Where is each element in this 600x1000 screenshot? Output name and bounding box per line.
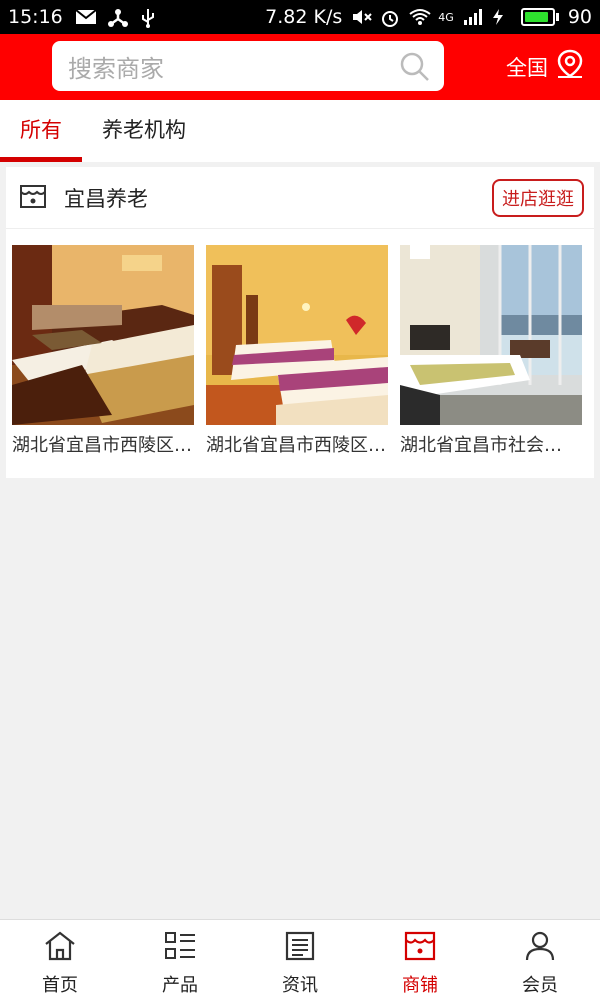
product-item[interactable]: 湖北省宜昌市西陵区…: [206, 245, 388, 457]
mail-icon: [75, 8, 97, 26]
product-item[interactable]: 湖北省宜昌市社会…: [400, 245, 582, 457]
alarm-icon: [380, 8, 400, 27]
category-tabs: 所有 养老机构: [0, 100, 600, 162]
search-placeholder: 搜索商家: [68, 54, 164, 83]
app-header: 搜索商家 全国: [0, 34, 600, 100]
search-input[interactable]: 搜索商家: [52, 41, 444, 91]
signal-icon: [463, 8, 483, 26]
nav-news[interactable]: 资讯: [240, 920, 360, 1000]
product-image[interactable]: [206, 245, 388, 425]
product-item[interactable]: 湖北省宜昌市西陵区…: [12, 245, 194, 457]
region-label: 全国: [506, 55, 548, 80]
nav-news-label: 资讯: [282, 975, 318, 996]
product-caption: 湖北省宜昌市西陵区…: [12, 435, 192, 456]
nav-stores-label: 商铺: [402, 975, 438, 996]
product-caption: 湖北省宜昌市社会…: [400, 435, 562, 456]
status-time: 15:16: [8, 6, 63, 28]
tab-all[interactable]: 所有: [0, 100, 82, 162]
nav-stores[interactable]: 商铺: [360, 920, 480, 1000]
store-icon: [403, 930, 437, 967]
store-icon: [18, 181, 48, 215]
grid-list-icon: [163, 930, 197, 967]
product-caption: 湖北省宜昌市西陵区…: [206, 435, 386, 456]
shop-items: 湖北省宜昌市西陵区… 湖北省宜昌市西陵区… 湖北省宜昌市社会…: [6, 229, 594, 457]
network-type: 4G: [438, 10, 454, 24]
product-image[interactable]: [12, 245, 194, 425]
share-icon: [107, 8, 128, 27]
region-selector[interactable]: 全国: [506, 49, 584, 84]
nav-member[interactable]: 会员: [480, 920, 600, 1000]
bottom-nav: 首页 产品 资讯 商铺 会员: [0, 919, 600, 1000]
user-icon: [523, 930, 557, 967]
visit-shop-button[interactable]: 进店逛逛: [492, 178, 584, 217]
status-bar: 15:16 7.82 K/s 4G 90: [0, 0, 600, 34]
wifi-icon: [409, 8, 431, 26]
battery-percent: 90: [567, 6, 592, 28]
home-icon: [43, 930, 77, 967]
news-icon: [283, 930, 317, 967]
mute-icon: [351, 8, 372, 26]
battery-icon: [520, 8, 559, 26]
nav-products[interactable]: 产品: [120, 920, 240, 1000]
nav-home-label: 首页: [42, 975, 78, 996]
charging-icon: [492, 8, 512, 26]
shop-card: 宜昌养老 进店逛逛 湖北省宜昌市西陵区… 湖北省宜昌市西陵区… 湖北省宜昌市社会…: [6, 167, 594, 478]
product-image[interactable]: [400, 245, 582, 425]
search-icon[interactable]: [400, 52, 430, 86]
tab-elderly-care[interactable]: 养老机构: [82, 100, 206, 162]
nav-member-label: 会员: [522, 975, 558, 996]
nav-home[interactable]: 首页: [0, 920, 120, 1000]
usb-icon: [139, 8, 159, 28]
shop-name: 宜昌养老: [64, 186, 148, 211]
nav-products-label: 产品: [162, 975, 198, 996]
network-speed: 7.82 K/s: [265, 6, 343, 28]
shop-header: 宜昌养老 进店逛逛: [6, 167, 594, 229]
location-pin-icon: [556, 49, 584, 84]
